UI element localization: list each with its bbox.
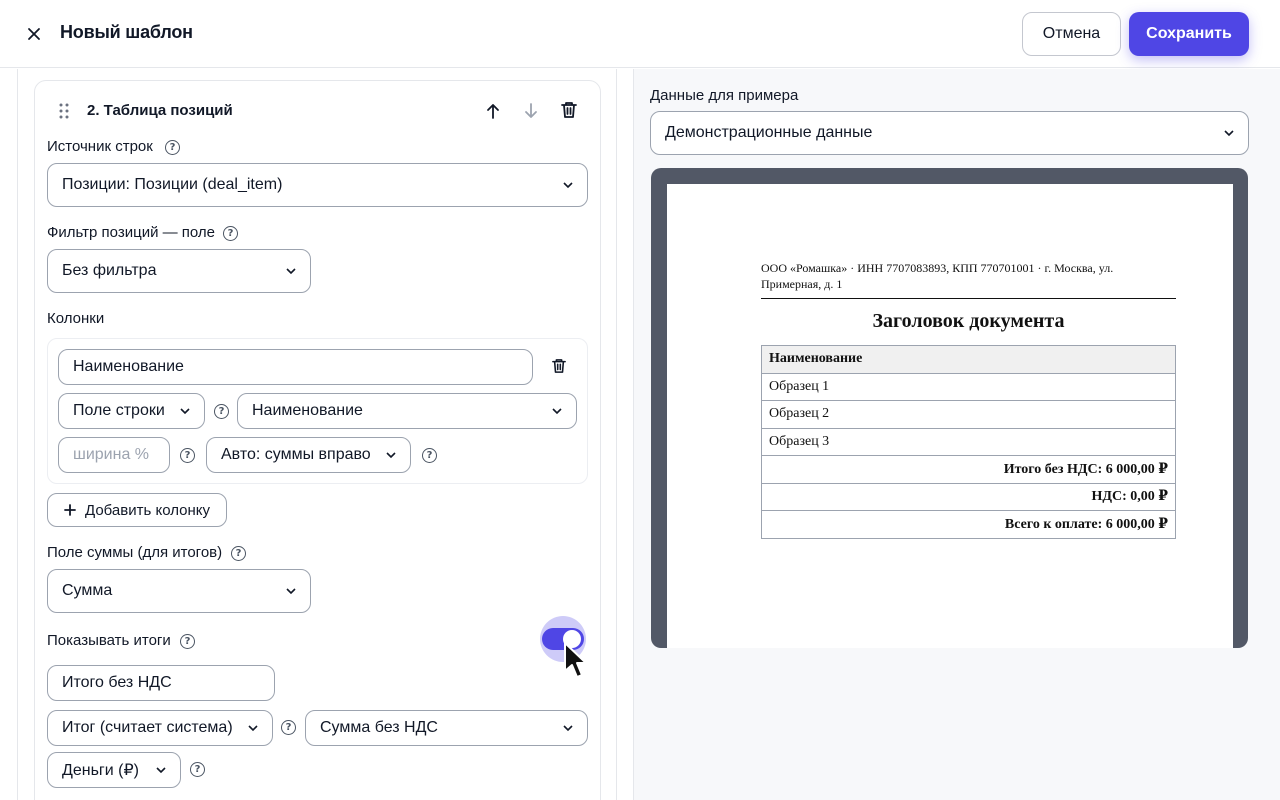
total-format-select[interactable]: Деньги (₽)	[47, 752, 181, 788]
column-type-select[interactable]: Поле строки	[58, 393, 205, 429]
document-preview[interactable]: ООО «Ромашка» · ИНН 7707083893, КПП 7707…	[651, 168, 1248, 648]
help-icon[interactable]: ?	[180, 448, 195, 463]
add-column-button[interactable]: Добавить колонку	[47, 493, 227, 527]
total-row: НДС: 0,00 ₽	[761, 482, 1176, 511]
help-icon[interactable]: ?	[281, 720, 296, 735]
items-table: Наименование Образец 1 Образец 2 Образец…	[761, 345, 1176, 539]
total-row: Итого без НДС: 6 000,00 ₽	[761, 455, 1176, 484]
help-icon[interactable]: ?	[422, 448, 437, 463]
chevron-down-icon	[386, 452, 396, 459]
sum-field-label: Поле суммы (для итогов)	[47, 544, 223, 561]
row-source-value: Позиции: Позиции (deal_item)	[62, 176, 283, 193]
columns-label: Колонки	[47, 310, 105, 327]
delete-column-icon[interactable]	[552, 358, 566, 379]
total-kind-select[interactable]: Итог (считает система)	[47, 710, 273, 746]
chevron-down-icon	[286, 588, 296, 595]
table-header: Наименование	[761, 345, 1176, 374]
column-field-select[interactable]: Наименование	[237, 393, 577, 429]
sample-data-value: Демонстрационные данные	[665, 124, 873, 141]
help-icon[interactable]: ?	[223, 226, 238, 241]
document-title: Заголовок документа	[872, 310, 1065, 332]
total-name-input[interactable]: Итого без НДС	[47, 665, 275, 701]
table-row: Образец 3	[761, 427, 1176, 456]
chevron-down-icon	[248, 725, 258, 732]
sample-data-select[interactable]: Демонстрационные данные	[650, 111, 1249, 155]
column-align-value: Авто: суммы вправо	[221, 446, 371, 463]
help-icon[interactable]: ?	[180, 634, 195, 649]
chevron-down-icon	[286, 268, 296, 275]
move-up-icon[interactable]	[485, 102, 501, 125]
total-source-value: Сумма без НДС	[320, 719, 438, 736]
plus-icon	[64, 504, 76, 516]
sum-field-select[interactable]: Сумма	[47, 569, 311, 613]
total-row: Всего к оплате: 6 000,00 ₽	[761, 510, 1176, 539]
column-width-placeholder: ширина %	[73, 446, 150, 463]
show-totals-label: Показывать итоги	[47, 632, 171, 649]
chevron-down-icon	[156, 767, 166, 774]
help-icon[interactable]: ?	[231, 546, 246, 561]
row-source-label: Источник строк	[47, 138, 153, 155]
table-row: Образец 2	[761, 400, 1176, 429]
column-type-value: Поле строки	[73, 402, 165, 419]
column-item: Наименование Поле строки ? Наименование …	[47, 338, 588, 484]
drag-handle-icon[interactable]	[59, 103, 69, 124]
table-row: Образец 1	[761, 372, 1176, 401]
column-width-input[interactable]: ширина %	[58, 437, 170, 473]
filter-label: Фильтр позиций — поле	[47, 224, 216, 241]
help-icon[interactable]: ?	[165, 140, 180, 155]
company-line: ООО «Ромашка» · ИНН 7707083893, КПП 7707…	[761, 260, 1176, 299]
save-button[interactable]: Сохранить	[1129, 12, 1249, 56]
page-title: Новый шаблон	[60, 22, 193, 42]
section-card: 2. Таблица позиций Источник строк ? Пози…	[34, 80, 601, 800]
row-source-select[interactable]: Позиции: Позиции (deal_item)	[47, 163, 588, 207]
section-title: 2. Таблица позиций	[87, 102, 233, 119]
chevron-down-icon	[563, 725, 573, 732]
chevron-down-icon	[552, 408, 562, 415]
column-field-value: Наименование	[252, 402, 363, 419]
editor-panel[interactable]: 2. Таблица позиций Источник строк ? Пози…	[17, 69, 617, 800]
add-column-label: Добавить колонку	[85, 501, 210, 519]
chevron-down-icon	[180, 408, 190, 415]
preview-panel: Данные для примера Демонстрационные данн…	[634, 69, 1280, 800]
delete-section-icon[interactable]	[561, 101, 577, 124]
chevron-down-icon	[563, 182, 573, 189]
filter-select[interactable]: Без фильтра	[47, 249, 311, 293]
move-down-icon[interactable]	[523, 102, 539, 125]
total-source-select[interactable]: Сумма без НДС	[305, 710, 588, 746]
mouse-cursor-icon	[563, 641, 589, 681]
close-icon[interactable]	[22, 22, 46, 46]
document-page: ООО «Ромашка» · ИНН 7707083893, КПП 7707…	[667, 184, 1233, 648]
filter-value: Без фильтра	[62, 262, 157, 279]
total-kind-value: Итог (считает система)	[62, 719, 233, 736]
top-bar: Новый шаблон Отмена Сохранить	[0, 0, 1280, 68]
total-format-value: Деньги (₽)	[62, 762, 139, 779]
column-name-value: Наименование	[73, 358, 184, 375]
chevron-down-icon	[1224, 130, 1234, 137]
cancel-button[interactable]: Отмена	[1022, 12, 1121, 56]
sum-field-value: Сумма	[62, 582, 113, 599]
column-align-select[interactable]: Авто: суммы вправо	[206, 437, 411, 473]
help-icon[interactable]: ?	[190, 762, 205, 777]
sample-data-label: Данные для примера	[650, 87, 799, 104]
help-icon[interactable]: ?	[214, 404, 229, 419]
total-name-value: Итого без НДС	[62, 674, 172, 691]
column-name-input[interactable]: Наименование	[58, 349, 533, 385]
